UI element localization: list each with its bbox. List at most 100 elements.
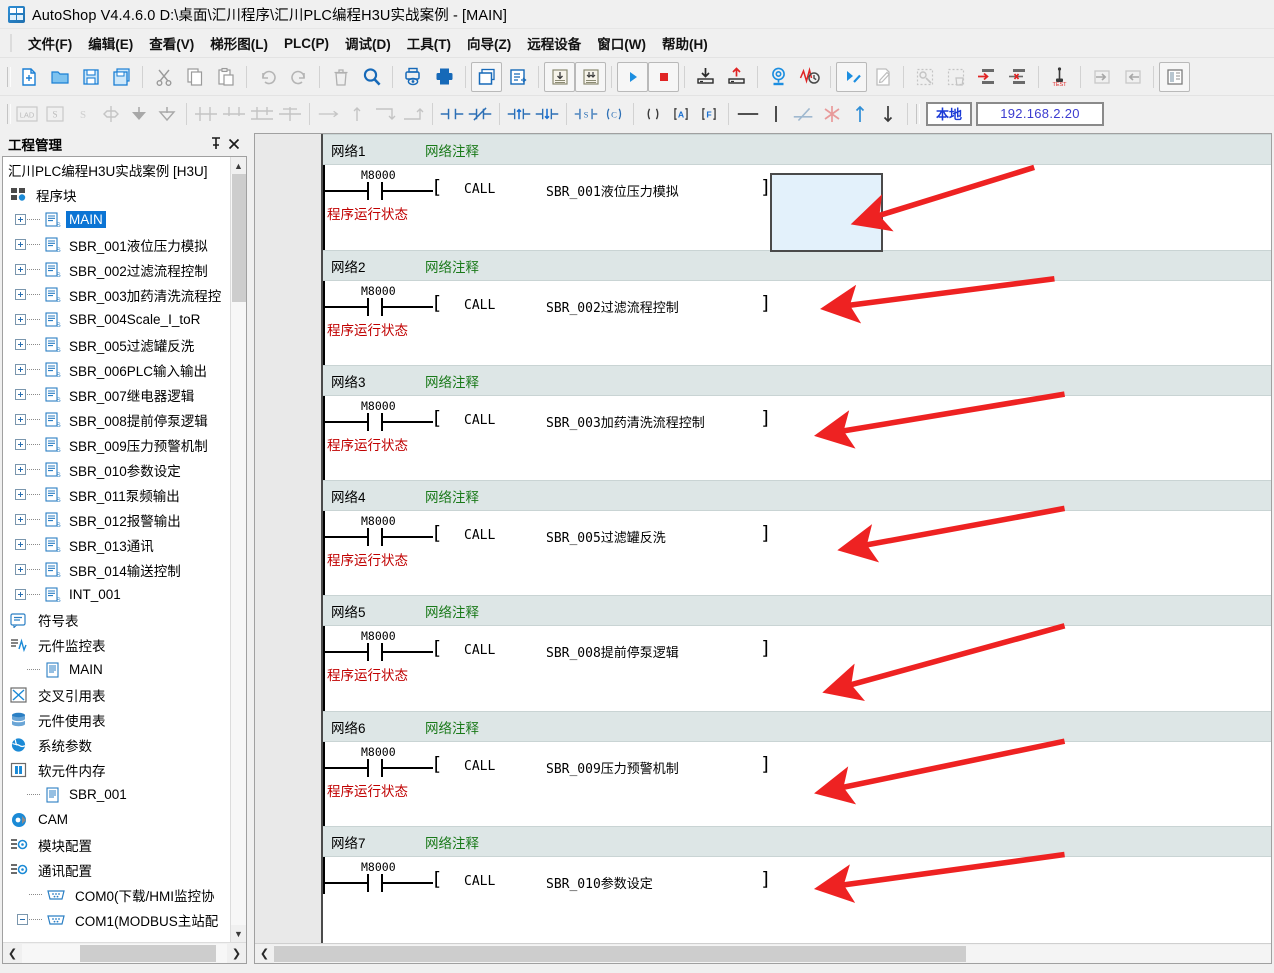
paste-icon[interactable] (210, 62, 241, 92)
close-icon[interactable] (225, 135, 243, 153)
ladder-editor[interactable]: 网络1 网络注释 M8000[CALL SBR_001液位压力模拟] 程序运行状态 网络2… (254, 133, 1272, 964)
tree-node-program[interactable]: S MAIN (3, 207, 230, 232)
tree-node-com-port[interactable]: COM0(下载/HMI监控协 (3, 882, 230, 907)
compile-all-icon[interactable] (575, 61, 606, 92)
cell-cursor[interactable] (770, 173, 883, 252)
hline-right-icon[interactable] (315, 101, 343, 127)
contact-left-bar[interactable] (367, 528, 369, 546)
instruction-mnemonic[interactable]: CALL (464, 528, 495, 543)
monitor-icon[interactable] (763, 62, 794, 92)
tree-node-program[interactable]: S SBR_002过滤流程控制 (3, 257, 230, 282)
device-config-icon[interactable] (909, 62, 940, 92)
compare-instruction-icon[interactable]: C (600, 101, 628, 127)
vscroll-track[interactable] (230, 174, 246, 925)
tree-node-section[interactable]: 符号表 (3, 607, 230, 632)
rung[interactable]: M8000 [CALL SBR_008提前停泵逻辑] 程序运行状态 (323, 626, 1271, 711)
move-down-filled-icon[interactable] (125, 101, 153, 127)
print-preview-icon[interactable] (398, 62, 429, 92)
tree-node-program[interactable]: S SBR_006PLC输入输出 (3, 357, 230, 382)
ip-address-field[interactable]: 192.168.2.20 (976, 101, 1105, 126)
collapser-icon[interactable] (17, 914, 28, 925)
device-clear-icon[interactable] (940, 62, 971, 92)
hscroll-track[interactable] (22, 943, 227, 963)
write-mode-icon[interactable] (836, 61, 867, 92)
contact-left-bar[interactable] (367, 298, 369, 316)
contact-no-icon[interactable] (438, 101, 466, 127)
step-in-icon[interactable] (1086, 62, 1117, 92)
rung[interactable]: M8000 [CALL SBR_009压力预警机制] 程序运行状态 (323, 742, 1271, 826)
contact-left-bar[interactable] (367, 874, 369, 892)
tree-node-program[interactable]: S SBR_008提前停泵逻辑 (3, 407, 230, 432)
expander-icon[interactable] (15, 514, 26, 525)
download-to-plc-icon[interactable] (690, 62, 721, 92)
instruction-mnemonic[interactable]: CALL (464, 759, 495, 774)
menu-tools[interactable]: 工具(T) (399, 30, 459, 56)
network-body[interactable]: M8000 [CALL SBR_003加药清洗流程控制] 程序运行状态 (323, 396, 1271, 480)
ladder-network[interactable]: 网络4 网络注释 M8000 [CALL SBR_005过滤罐反洗] 程序运行状态 (323, 480, 1271, 595)
contact-left-bar[interactable] (367, 643, 369, 661)
network-comment[interactable]: 网络注释 (425, 717, 479, 737)
delete-icon[interactable] (325, 62, 356, 92)
contact-left-bar[interactable] (367, 759, 369, 777)
new-file-icon[interactable] (13, 62, 44, 92)
stl-mode-icon[interactable]: S (41, 101, 69, 127)
tree-node-program[interactable]: S SBR_012报警输出 (3, 507, 230, 532)
scroll-right-icon[interactable]: ❯ (227, 944, 246, 963)
instruction-mnemonic[interactable]: CALL (464, 643, 495, 658)
menu-wizard[interactable]: 向导(Z) (459, 30, 519, 56)
instruction-operand[interactable]: SBR_003加药清洗流程控制 (546, 412, 705, 431)
ladder-network[interactable]: 网络7 网络注释 M8000 [CALL SBR_010参数设定] (323, 826, 1271, 894)
network-comment[interactable]: 网络注释 (425, 832, 479, 852)
set-instruction-icon[interactable]: S (572, 101, 600, 127)
cut-icon[interactable] (148, 62, 179, 92)
ladder-toolbar-grip[interactable] (4, 103, 13, 125)
ladder-network[interactable]: 网络6 网络注释 M8000 [CALL SBR_009压力预警机制] 程序运行状态 (323, 711, 1271, 826)
trend-monitor-icon[interactable] (794, 62, 825, 92)
window-cascade-icon[interactable] (471, 61, 502, 92)
tree-node-section[interactable]: 系统参数 (3, 732, 230, 757)
expander-icon[interactable] (15, 214, 26, 225)
tree-node-program[interactable]: S SBR_014输送控制 (3, 557, 230, 582)
network-comment[interactable]: 网络注释 (425, 486, 479, 506)
rung[interactable]: M8000 [CALL SBR_010参数设定] (323, 857, 1271, 894)
application-instruction-icon[interactable]: A (667, 101, 695, 127)
expander-icon[interactable] (15, 364, 26, 375)
rung[interactable]: M8000 [CALL SBR_003加药清洗流程控制] 程序运行状态 (323, 396, 1271, 480)
arrow-up-icon[interactable] (846, 101, 874, 127)
menu-file[interactable]: 文件(F) (20, 30, 80, 56)
tree-node-section[interactable]: 模块配置 (3, 832, 230, 857)
editor-hscroll-thumb[interactable] (274, 945, 966, 962)
menu-window[interactable]: 窗口(W) (589, 30, 654, 56)
tree-node-program[interactable]: S SBR_003加药清洗流程控 (3, 282, 230, 307)
editor-scroll-left-icon[interactable]: ❮ (255, 944, 274, 963)
expander-icon[interactable] (15, 314, 26, 325)
instruction-operand[interactable]: SBR_001液位压力模拟 (546, 181, 679, 200)
tree-node-program[interactable]: S SBR_001液位压力模拟 (3, 232, 230, 257)
save-icon[interactable] (75, 62, 106, 92)
expander-icon[interactable] (15, 439, 26, 450)
expander-icon[interactable] (15, 539, 26, 550)
editor-horizontal-scrollbar[interactable]: ❮ (255, 943, 1271, 963)
run-icon[interactable] (617, 61, 648, 92)
arrow-down-icon[interactable] (874, 101, 902, 127)
tree-node-section-child[interactable]: SBR_001 (3, 782, 230, 807)
ladder-network[interactable]: 网络5 网络注释 M8000 [CALL SBR_008提前停泵逻辑] 程序运行状态 (323, 595, 1271, 711)
redo-icon[interactable] (283, 62, 314, 92)
search-icon[interactable] (356, 62, 387, 92)
editor-hscroll-track[interactable] (274, 944, 1271, 963)
branch-tt-icon[interactable] (220, 101, 248, 127)
connection-mode-field[interactable]: 本地 (926, 101, 973, 126)
ladder-network[interactable]: 网络3 网络注释 M8000 [CALL SBR_003加药清洗流程控制] 程序运行状态 (323, 365, 1271, 480)
tree-node-section[interactable]: 通讯配置 (3, 857, 230, 882)
tree-node-program[interactable]: S SBR_010参数设定 (3, 457, 230, 482)
tree-node-program[interactable]: S SBR_007继电器逻辑 (3, 382, 230, 407)
hscroll-thumb[interactable] (80, 944, 216, 962)
corner-down-icon[interactable] (371, 101, 399, 127)
move-down-outline-icon[interactable] (153, 101, 181, 127)
rung[interactable]: M8000 [CALL SBR_002过滤流程控制] 程序运行状态 (323, 281, 1271, 365)
instruction-operand[interactable]: SBR_009压力预警机制 (546, 758, 679, 777)
tree-node-program-block[interactable]: 程序块 (3, 182, 230, 207)
tree-node-program[interactable]: S SBR_009压力预警机制 (3, 432, 230, 457)
network-comment[interactable]: 网络注释 (425, 256, 479, 276)
expander-icon[interactable] (15, 339, 26, 350)
